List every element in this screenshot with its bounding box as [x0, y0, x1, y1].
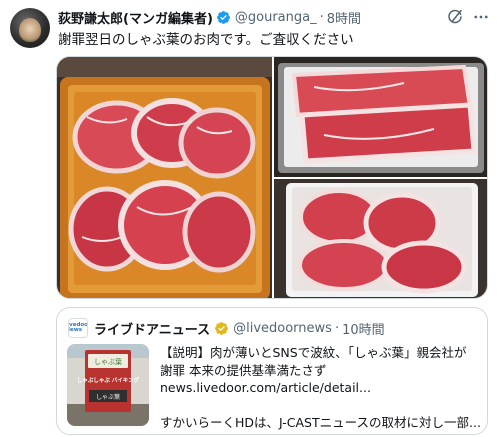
meat-plate-photo-3[interactable] [274, 179, 487, 298]
gold-verified-badge-icon[interactable] [214, 321, 229, 336]
quoted-header-separator: · [334, 320, 340, 336]
author-handle[interactable]: @gouranga_ [235, 10, 317, 25]
header-separator: · [319, 9, 324, 25]
tweet-media-grid [56, 56, 488, 299]
grok-icon[interactable] [446, 8, 464, 26]
more-horizontal-icon[interactable] [472, 8, 490, 26]
tweet-text: 謝罪翌日のしゃぶ葉のお肉です。ご査収ください [58, 32, 354, 48]
meat-plate-photo-2[interactable] [274, 57, 487, 177]
tweet-header: 荻野謙太郎(マンガ編集者) @gouranga_ · 8時間 [58, 8, 361, 27]
author-avatar[interactable] [10, 8, 50, 48]
quoted-author-handle[interactable]: @livedoornews [233, 321, 332, 336]
thumb-sign-top: しゃぶ葉 [94, 357, 122, 366]
quoted-tweet-timestamp[interactable]: 10時間 [342, 319, 385, 338]
quoted-tweet-header: ライブドアニュース @livedoornews · 10時間 [94, 318, 385, 338]
blue-verified-badge-icon[interactable] [216, 10, 231, 25]
tweet-timestamp[interactable]: 8時間 [327, 8, 361, 27]
quoted-avatar-text: livedoor News [69, 321, 88, 333]
quoted-author-display-name[interactable]: ライブドアニュース [94, 319, 210, 338]
thumb-sign-main: しゃぶしゃぶ バイキング [77, 376, 140, 384]
quoted-author-avatar[interactable]: livedoor News [68, 318, 88, 338]
thumb-sign-bottom: しゃぶ葉 [96, 393, 120, 401]
shabuyo-storefront-thumbnail[interactable]: しゃぶ葉 しゃぶしゃぶ バイキング しゃぶ葉 [67, 344, 149, 426]
quoted-line-1: 【説明】肉が薄いとSNSで波紋、「しゃぶ葉」親会社が [160, 345, 467, 360]
meat-plate-photo-1[interactable] [57, 57, 272, 298]
quoted-line-4 [160, 397, 482, 415]
author-display-name[interactable]: 荻野謙太郎(マンガ編集者) [58, 8, 213, 27]
quoted-line-3[interactable]: news.livedoor.com/article/detail... [160, 379, 482, 397]
quoted-tweet-card[interactable]: livedoor News ライブドアニュース @livedoornews · … [56, 307, 488, 435]
quoted-tweet-text: 【説明】肉が薄いとSNSで波紋、「しゃぶ葉」親会社が 謝罪 本来の提供基準満たさ… [160, 344, 482, 432]
quoted-line-2: 謝罪 本来の提供基準満たさず [160, 362, 327, 378]
quoted-line-5: すかいらーくHDは、J-CASTニュースの取材に対し一部... [160, 415, 481, 430]
